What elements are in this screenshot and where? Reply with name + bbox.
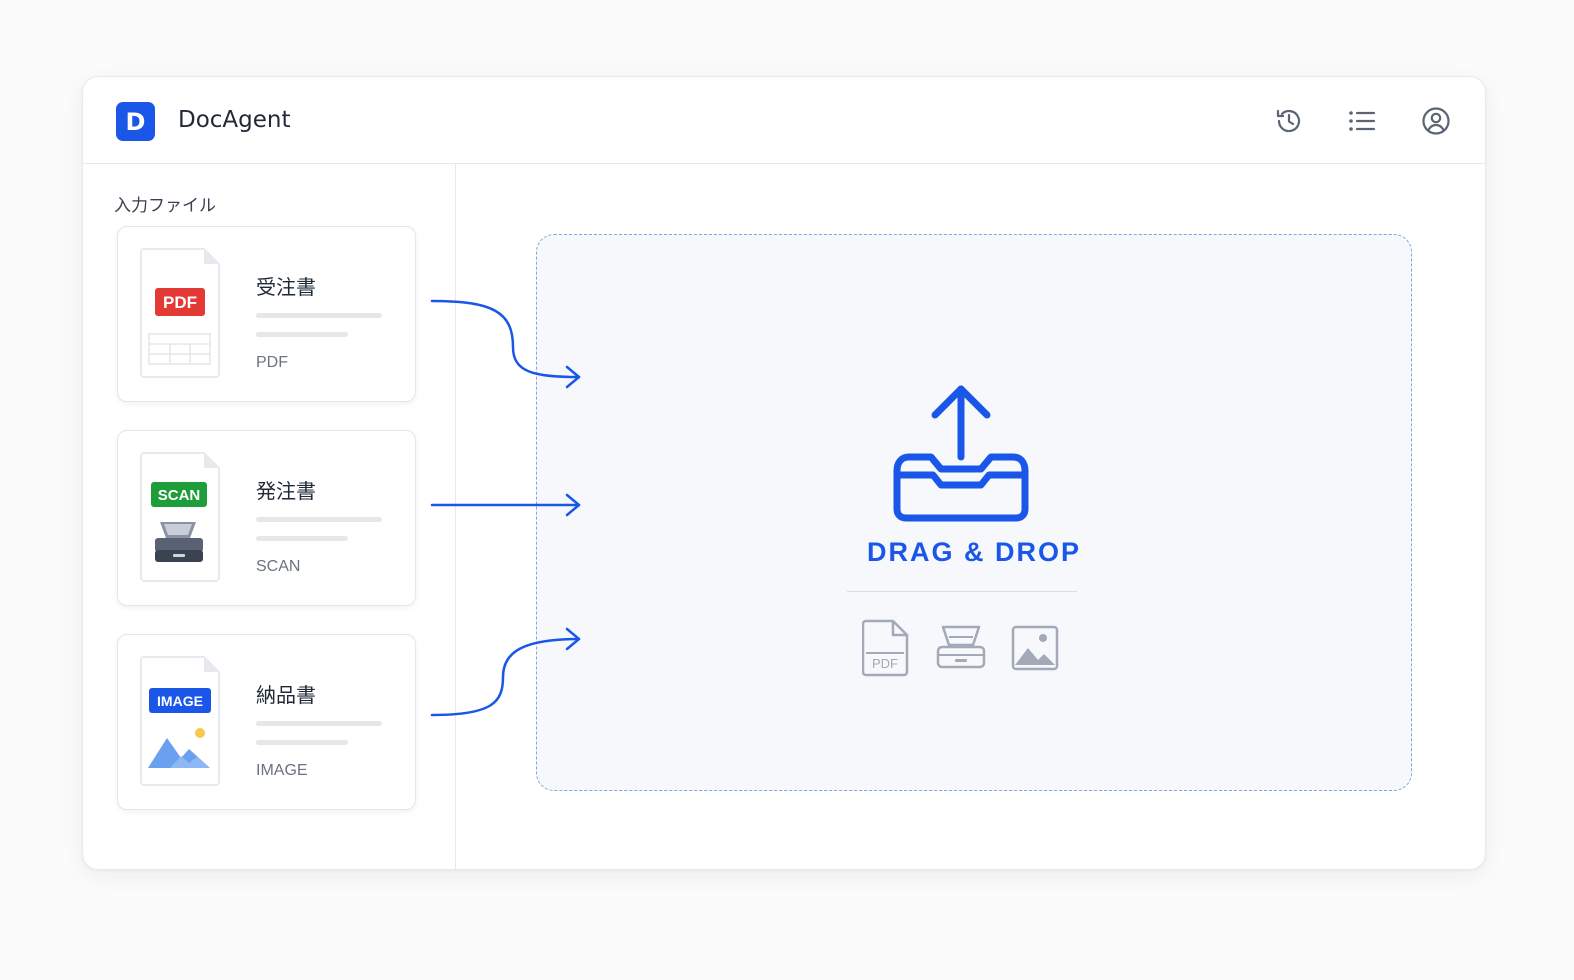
divider [847,591,1077,592]
file-card-pdf[interactable]: PDF 受注書 PDF [117,226,416,402]
placeholder-line [256,517,382,522]
pdf-document-icon: PDF [140,248,220,378]
file-name: 受注書 [256,275,316,299]
pdf-file-icon: PDF [862,619,909,677]
input-files-panel: 入力ファイル PDF 受注書 PDF SCAN 発注書 SCAN IMAGE 納… [83,164,456,869]
svg-text:PDF: PDF [872,656,898,671]
scanner-icon [936,625,986,669]
user-account-icon[interactable] [1420,105,1452,137]
svg-text:SCAN: SCAN [158,487,201,504]
list-icon[interactable] [1346,105,1378,137]
svg-text:PDF: PDF [163,293,197,312]
file-type-label: IMAGE [256,762,308,779]
history-icon[interactable] [1273,105,1305,137]
file-card-image[interactable]: IMAGE 納品書 IMAGE [117,634,416,810]
app-window: D DocAgent 入力ファイル PDF 受注書 PDF SCAN 発注書 S… [82,76,1486,870]
file-name: 納品書 [256,683,316,707]
placeholder-line [256,721,382,726]
file-type-label: PDF [256,354,288,371]
placeholder-line [256,740,348,745]
placeholder-line [256,313,382,318]
file-type-label: SCAN [256,558,301,575]
drop-zone[interactable]: DRAG & DROP PDF [536,234,1412,791]
app-header: D DocAgent [83,77,1485,164]
sidebar-title: 入力ファイル [114,196,216,216]
file-card-scan[interactable]: SCAN 発注書 SCAN [117,430,416,606]
image-icon [1011,625,1059,671]
file-name: 発注書 [256,479,316,503]
placeholder-line [256,536,348,541]
upload-tray-icon [893,385,1029,522]
drag-and-drop-label: DRAG & DROP [866,537,1081,567]
placeholder-line [256,332,348,337]
svg-text:IMAGE: IMAGE [157,693,203,709]
scan-document-icon: SCAN [140,452,220,582]
app-title: DocAgent [178,107,291,133]
app-logo: D [116,102,155,141]
image-document-icon: IMAGE [140,656,220,786]
